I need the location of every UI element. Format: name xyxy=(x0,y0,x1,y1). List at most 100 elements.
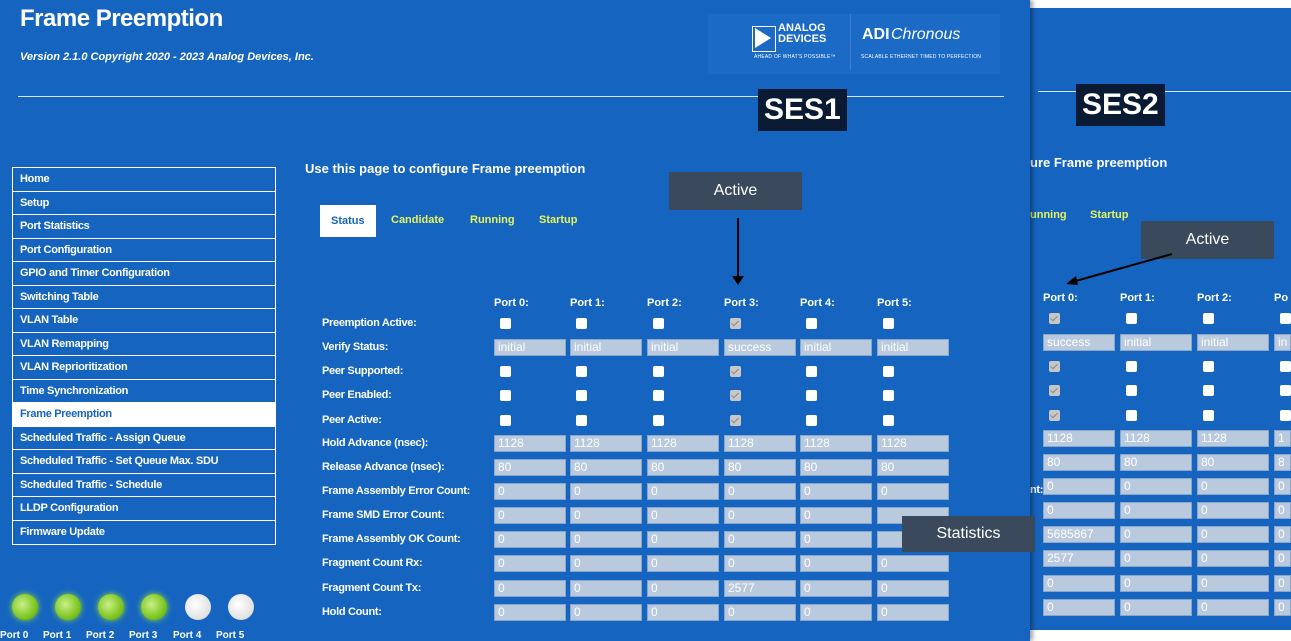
ses2-frame-assembly-error-port-1-field[interactable]: 0 xyxy=(1120,478,1192,495)
fragment-rx-port-4-field[interactable]: 0 xyxy=(800,555,872,572)
fragment-tx-port-4-field[interactable]: 0 xyxy=(800,580,872,597)
hold-advance-port-4-field[interactable]: 1128 xyxy=(800,435,872,452)
hold-advance-port-0-field[interactable]: 1128 xyxy=(494,435,566,452)
ses2-peer-enabled-port-0-checkbox[interactable] xyxy=(1049,385,1060,396)
frame-smd-error-port-4-field[interactable]: 0 xyxy=(800,507,872,524)
preemption-active-port-1-checkbox[interactable] xyxy=(576,318,587,329)
peer-enabled-port-1-checkbox[interactable] xyxy=(576,390,587,401)
ses2-frame-assembly-ok-port-3-field[interactable]: 0 xyxy=(1274,526,1291,543)
sidebar-item-vlan-reprioritization[interactable]: VLAN Reprioritization xyxy=(13,356,275,380)
ses2-hold-advance-port-3-field[interactable]: 1 xyxy=(1274,430,1291,447)
ses2-preemption-active-port-3-checkbox[interactable] xyxy=(1280,313,1291,324)
ses2-frame-smd-error-port-3-field[interactable]: 0 xyxy=(1274,502,1291,519)
ses2-frame-smd-error-port-1-field[interactable]: 0 xyxy=(1120,502,1192,519)
peer-supported-port-2-checkbox[interactable] xyxy=(653,366,664,377)
ses2-peer-enabled-port-1-checkbox[interactable] xyxy=(1126,385,1137,396)
sidebar-item-firmware-update[interactable]: Firmware Update xyxy=(13,521,275,545)
verify-status-port-5-field[interactable]: initial xyxy=(877,339,949,356)
sidebar-item-vlan-table[interactable]: VLAN Table xyxy=(13,309,275,333)
frame-assembly-error-port-3-field[interactable]: 0 xyxy=(724,483,796,500)
ses2-frame-smd-error-port-0-field[interactable]: 0 xyxy=(1043,502,1115,519)
ses2-preemption-active-port-2-checkbox[interactable] xyxy=(1203,313,1214,324)
sidebar-item-scheduled-traffic-schedule[interactable]: Scheduled Traffic - Schedule xyxy=(13,474,275,497)
preemption-active-port-0-checkbox[interactable] xyxy=(500,318,511,329)
hold-count-port-4-field[interactable]: 0 xyxy=(800,604,872,621)
ses2-hold-count-port-2-field[interactable]: 0 xyxy=(1197,599,1269,616)
fragment-tx-port-3-field[interactable]: 2577 xyxy=(724,580,796,597)
peer-supported-port-0-checkbox[interactable] xyxy=(500,366,511,377)
ses2-verify-status-port-2-field[interactable]: initial xyxy=(1197,334,1269,351)
ses2-fragment-rx-port-3-field[interactable]: 0 xyxy=(1274,550,1291,567)
ses2-peer-active-port-0-checkbox[interactable] xyxy=(1049,410,1060,421)
ses2-fragment-tx-port-0-field[interactable]: 0 xyxy=(1043,575,1115,592)
ses2-fragment-tx-port-1-field[interactable]: 0 xyxy=(1120,575,1192,592)
frame-smd-error-port-0-field[interactable]: 0 xyxy=(494,507,566,524)
hold-advance-port-1-field[interactable]: 1128 xyxy=(570,435,642,452)
ses2-fragment-rx-port-0-field[interactable]: 2577 xyxy=(1043,550,1115,567)
frame-assembly-ok-port-4-field[interactable]: 0 xyxy=(800,531,872,548)
hold-count-port-2-field[interactable]: 0 xyxy=(647,604,719,621)
sidebar-item-scheduled-traffic-assign-queue[interactable]: Scheduled Traffic - Assign Queue xyxy=(13,427,275,450)
hold-count-port-5-field[interactable]: 0 xyxy=(877,604,949,621)
ses2-frame-assembly-error-port-0-field[interactable]: 0 xyxy=(1043,478,1115,495)
frame-smd-error-port-2-field[interactable]: 0 xyxy=(647,507,719,524)
ses2-fragment-rx-port-2-field[interactable]: 0 xyxy=(1197,550,1269,567)
ses2-fragment-tx-port-3-field[interactable]: 0 xyxy=(1274,575,1291,592)
sidebar-item-setup[interactable]: Setup xyxy=(13,192,275,215)
ses2-hold-count-port-0-field[interactable]: 0 xyxy=(1043,599,1115,616)
ses2-peer-supported-port-1-checkbox[interactable] xyxy=(1126,361,1137,372)
ses2-peer-enabled-port-3-checkbox[interactable] xyxy=(1280,385,1291,396)
ses2-hold-advance-port-1-field[interactable]: 1128 xyxy=(1120,430,1192,447)
fragment-rx-port-1-field[interactable]: 0 xyxy=(570,555,642,572)
verify-status-port-1-field[interactable]: initial xyxy=(570,339,642,356)
hold-advance-port-5-field[interactable]: 1128 xyxy=(877,435,949,452)
preemption-active-port-2-checkbox[interactable] xyxy=(653,318,664,329)
fragment-rx-port-2-field[interactable]: 0 xyxy=(647,555,719,572)
sidebar-item-gpio-and-timer-configuration[interactable]: GPIO and Timer Configuration xyxy=(13,262,275,286)
hold-advance-port-3-field[interactable]: 1128 xyxy=(724,435,796,452)
fragment-rx-port-3-field[interactable]: 0 xyxy=(724,555,796,572)
release-advance-port-1-field[interactable]: 80 xyxy=(570,459,642,476)
ses2-peer-supported-port-0-checkbox[interactable] xyxy=(1049,361,1060,372)
peer-enabled-port-4-checkbox[interactable] xyxy=(806,390,817,401)
ses2-frame-assembly-error-port-3-field[interactable]: 0 xyxy=(1274,478,1291,495)
fragment-tx-port-2-field[interactable]: 0 xyxy=(647,580,719,597)
ses2-release-advance-port-1-field[interactable]: 80 xyxy=(1120,454,1192,471)
frame-assembly-error-port-0-field[interactable]: 0 xyxy=(494,483,566,500)
hold-count-port-3-field[interactable]: 0 xyxy=(724,604,796,621)
frame-smd-error-port-1-field[interactable]: 0 xyxy=(570,507,642,524)
frame-assembly-ok-port-3-field[interactable]: 0 xyxy=(724,531,796,548)
ses2-verify-status-port-3-field[interactable]: in xyxy=(1274,334,1291,351)
ses2-preemption-active-port-0-checkbox[interactable] xyxy=(1049,313,1060,324)
sidebar-item-vlan-remapping[interactable]: VLAN Remapping xyxy=(13,333,275,356)
ses2-release-advance-port-2-field[interactable]: 80 xyxy=(1197,454,1269,471)
peer-active-port-5-checkbox[interactable] xyxy=(883,415,894,426)
fragment-tx-port-1-field[interactable]: 0 xyxy=(570,580,642,597)
peer-enabled-port-5-checkbox[interactable] xyxy=(883,390,894,401)
hold-count-port-0-field[interactable]: 0 xyxy=(494,604,566,621)
peer-supported-port-3-checkbox[interactable] xyxy=(730,366,741,377)
ses2-verify-status-port-0-field[interactable]: success xyxy=(1043,334,1115,351)
release-advance-port-2-field[interactable]: 80 xyxy=(647,459,719,476)
preemption-active-port-5-checkbox[interactable] xyxy=(883,318,894,329)
tab-startup[interactable]: Startup xyxy=(539,214,578,226)
fragment-tx-port-0-field[interactable]: 0 xyxy=(494,580,566,597)
ses2-preemption-active-port-1-checkbox[interactable] xyxy=(1126,313,1137,324)
fragment-rx-port-0-field[interactable]: 0 xyxy=(494,555,566,572)
ses2-hold-count-port-1-field[interactable]: 0 xyxy=(1120,599,1192,616)
sidebar-item-lldp-configuration[interactable]: LLDP Configuration xyxy=(13,497,275,521)
verify-status-port-4-field[interactable]: initial xyxy=(800,339,872,356)
ses2-tab-startup[interactable]: Startup xyxy=(1090,209,1129,221)
frame-assembly-ok-port-2-field[interactable]: 0 xyxy=(647,531,719,548)
verify-status-port-2-field[interactable]: initial xyxy=(647,339,719,356)
frame-assembly-error-port-5-field[interactable]: 0 xyxy=(877,483,949,500)
sidebar-item-port-configuration[interactable]: Port Configuration xyxy=(13,239,275,262)
sidebar-item-scheduled-traffic-set-queue-max-sdu[interactable]: Scheduled Traffic - Set Queue Max. SDU xyxy=(13,450,275,474)
frame-assembly-error-port-1-field[interactable]: 0 xyxy=(570,483,642,500)
ses2-verify-status-port-1-field[interactable]: initial xyxy=(1120,334,1192,351)
peer-supported-port-4-checkbox[interactable] xyxy=(806,366,817,377)
frame-assembly-error-port-2-field[interactable]: 0 xyxy=(647,483,719,500)
ses2-peer-active-port-2-checkbox[interactable] xyxy=(1203,410,1214,421)
frame-smd-error-port-3-field[interactable]: 0 xyxy=(724,507,796,524)
ses2-frame-smd-error-port-2-field[interactable]: 0 xyxy=(1197,502,1269,519)
